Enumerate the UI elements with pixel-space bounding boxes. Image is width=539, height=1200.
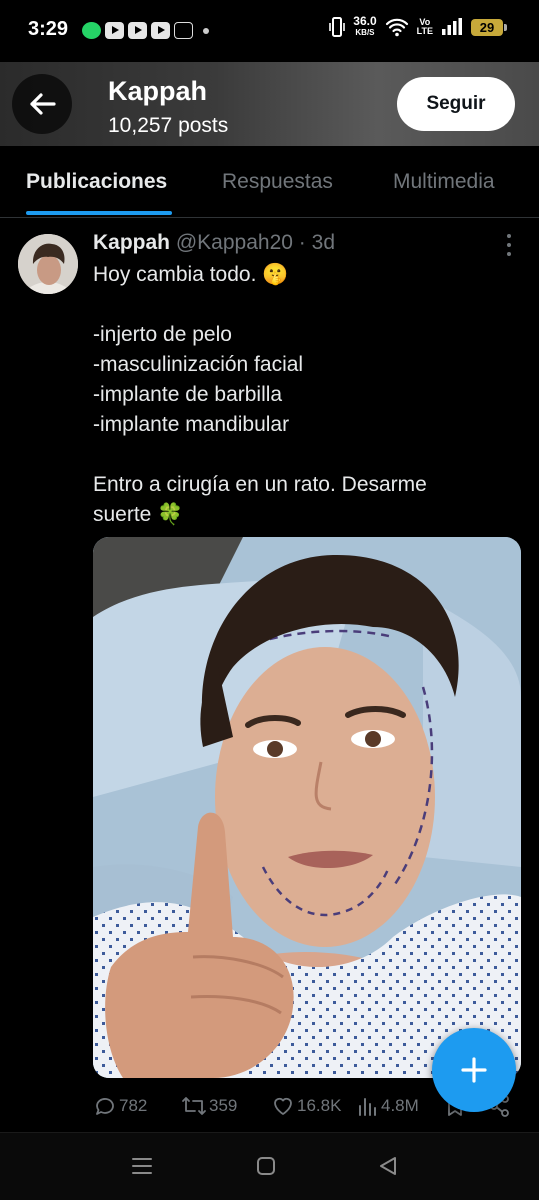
profile-tabs: Publicaciones Respuestas Multimedia xyxy=(0,146,539,218)
back-nav-icon[interactable] xyxy=(377,1155,399,1177)
profile-header: Kappah 10,257 posts Seguir xyxy=(0,62,539,146)
battery-indicator: 29 xyxy=(471,18,507,36)
post-separator: · xyxy=(298,231,306,254)
network-speed: 36.0 KB/S xyxy=(353,14,377,37)
views-count: 4.8M xyxy=(381,1096,419,1115)
post-line xyxy=(93,440,523,470)
back-button[interactable] xyxy=(12,74,72,134)
repost-icon xyxy=(182,1097,206,1115)
post-count: 10,257 posts xyxy=(108,114,229,137)
tiktok-icon xyxy=(174,22,193,39)
plus-icon xyxy=(461,1057,487,1083)
post-line xyxy=(93,290,523,320)
reply-icon xyxy=(96,1098,114,1115)
notification-icons xyxy=(82,22,209,39)
status-bar: 3:29 36.0 KB/S Vo LTE 29 xyxy=(0,0,539,62)
repost-count: 359 xyxy=(209,1096,238,1115)
views-chart-icon xyxy=(359,1098,376,1116)
reply-count: 782 xyxy=(119,1096,148,1115)
profile-name: Kappah xyxy=(108,76,208,106)
tab-publicaciones[interactable]: Publicaciones xyxy=(26,170,167,194)
system-indicators: 36.0 KB/S Vo LTE 29 xyxy=(329,14,507,38)
recent-apps-icon[interactable] xyxy=(131,1155,153,1177)
post-handle[interactable]: @Kappah20 xyxy=(176,231,293,254)
like-count: 16.8K xyxy=(297,1096,342,1115)
tab-respuestas[interactable]: Respuestas xyxy=(222,170,333,194)
arrow-left-icon xyxy=(30,93,56,115)
tab-multimedia[interactable]: Multimedia xyxy=(393,170,495,194)
youtube-icon xyxy=(151,22,170,39)
post-line: -masculinización facial xyxy=(93,353,304,376)
post-line: -implante de barbilla xyxy=(93,383,283,406)
post-line: Entro a cirugía en un rato. Desarme xyxy=(93,473,427,496)
like-button[interactable]: 16.8K xyxy=(271,1092,341,1120)
system-navigation-bar xyxy=(0,1132,539,1200)
post-image[interactable] xyxy=(93,537,521,1078)
avatar[interactable] xyxy=(18,234,78,294)
whatsapp-icon xyxy=(82,22,101,39)
post-text: Hoy cambia todo. 🤫 -injerto de pelo -mas… xyxy=(93,260,523,530)
post-header: Kappah @Kappah20 · 3d xyxy=(93,231,335,255)
signal-icon xyxy=(442,18,462,35)
more-options-icon[interactable] xyxy=(502,234,516,256)
compose-button[interactable] xyxy=(432,1028,516,1112)
post-line: Hoy cambia todo. 🤫 xyxy=(93,263,289,286)
post-line: suerte 🍀 xyxy=(93,503,184,526)
volte-indicator: Vo LTE xyxy=(416,17,433,36)
post-time[interactable]: 3d xyxy=(312,231,335,254)
post-author-name[interactable]: Kappah xyxy=(93,231,170,254)
vibrate-icon xyxy=(329,17,346,37)
post-line: -implante mandibular xyxy=(93,413,290,436)
follow-button[interactable]: Seguir xyxy=(397,77,515,131)
home-icon[interactable] xyxy=(255,1155,277,1177)
reply-button[interactable]: 782 xyxy=(93,1092,147,1120)
post-line: -injerto de pelo xyxy=(93,323,232,346)
active-tab-indicator xyxy=(26,211,172,215)
youtube-icon xyxy=(128,22,147,39)
heart-icon xyxy=(274,1097,292,1115)
status-time: 3:29 xyxy=(28,18,69,40)
more-notifications-dot xyxy=(203,27,209,34)
views-button[interactable]: 4.8M xyxy=(357,1092,419,1120)
youtube-icon xyxy=(105,22,124,39)
wifi-icon xyxy=(385,18,408,37)
repost-button[interactable]: 359 xyxy=(181,1092,237,1120)
